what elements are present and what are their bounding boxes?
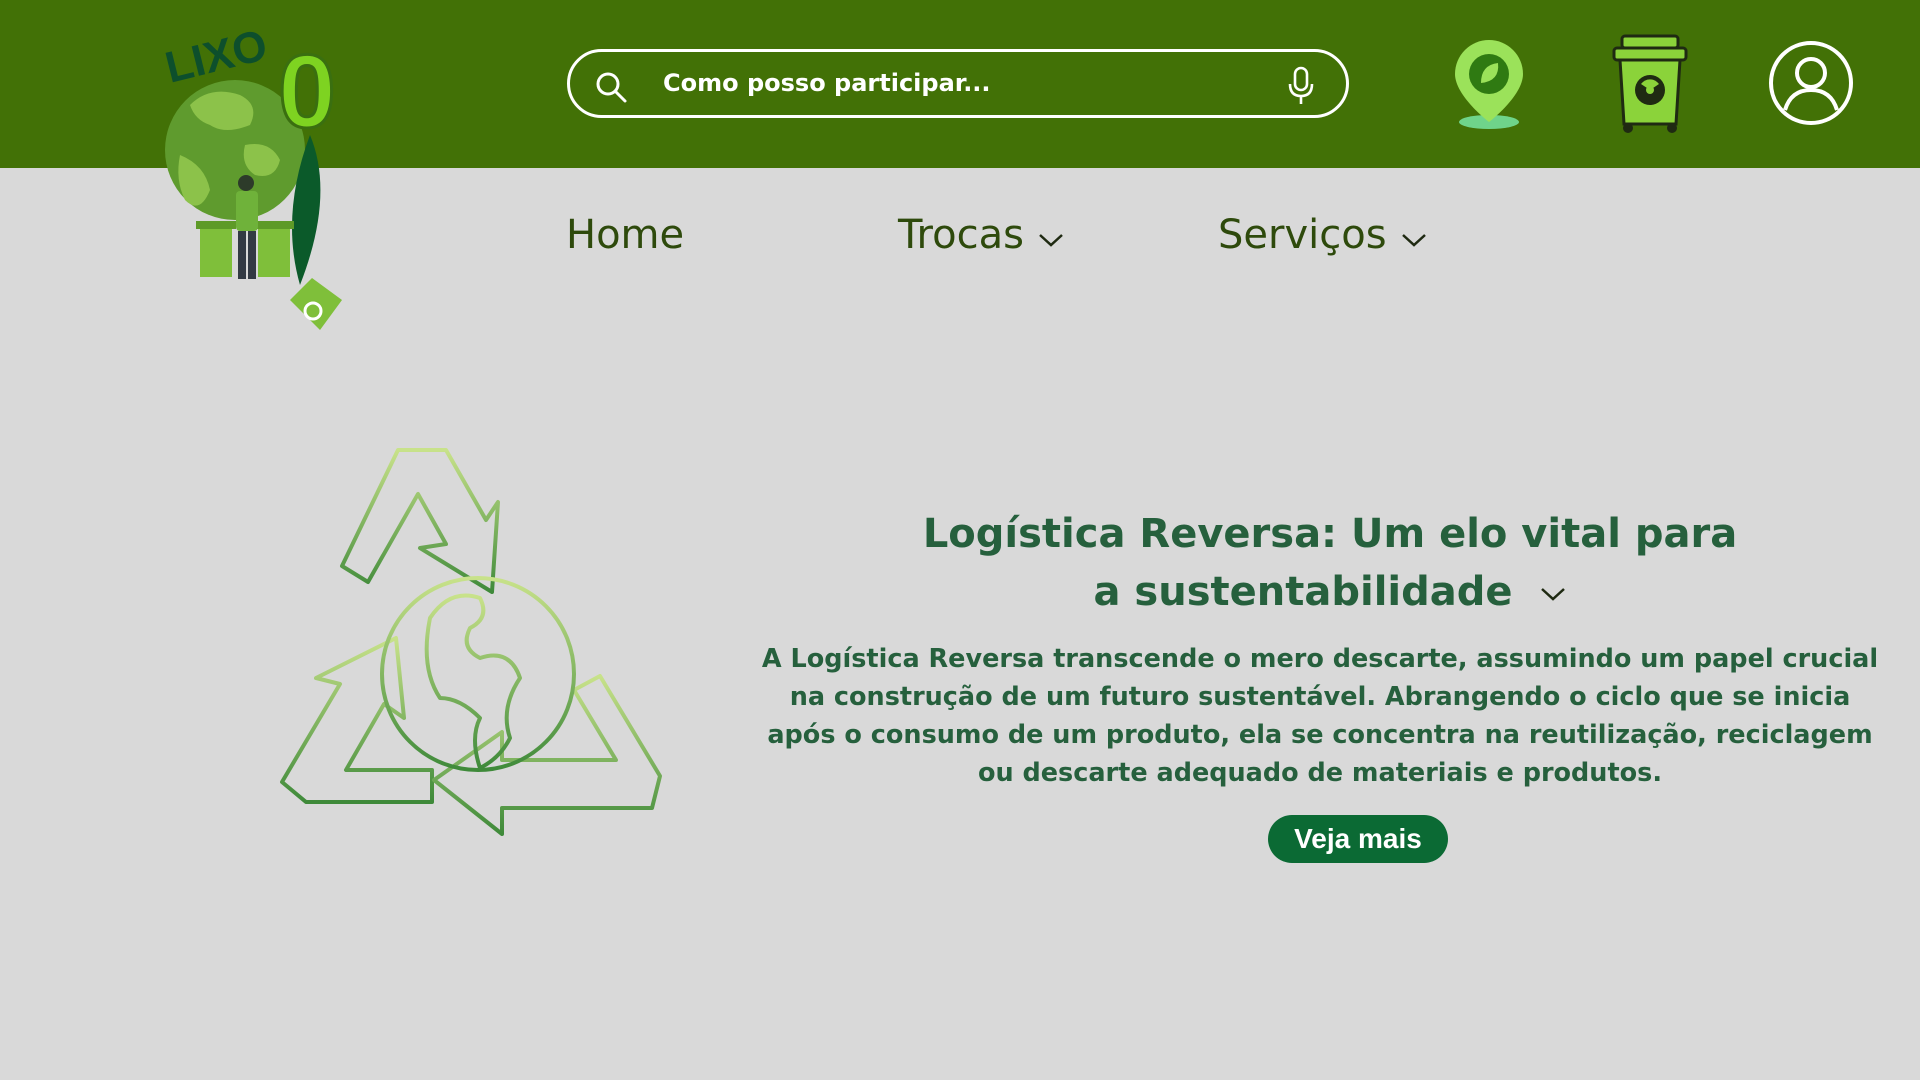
nav-home-label[interactable]: Home [566, 205, 684, 265]
chevron-down-icon[interactable] [1038, 232, 1064, 248]
nav-servicos[interactable]: Serviços [1218, 205, 1427, 265]
hazard-bin-icon[interactable] [1610, 34, 1690, 134]
hero-description: A Logística Reversa transcende o mero de… [761, 644, 1879, 788]
hero-title-line-2-wrap: a sustentabilidade [740, 563, 1920, 621]
lixo-zero-logo[interactable]: LIXO 0 [150, 20, 360, 345]
map-pin-leaf-icon[interactable] [1448, 36, 1530, 132]
nav-servicos-label[interactable]: Serviços [1218, 205, 1387, 265]
chevron-down-icon[interactable] [1401, 232, 1427, 248]
mic-icon[interactable] [1286, 66, 1316, 106]
hero-title-line-2: a sustentabilidade [1093, 569, 1513, 615]
veja-mais-button[interactable]: Veja mais [1268, 815, 1448, 863]
nav-trocas[interactable]: Trocas [898, 205, 1064, 265]
logo-number: 0 [278, 34, 336, 150]
nav-trocas-label[interactable]: Trocas [898, 205, 1024, 265]
search-bar[interactable]: Como posso participar... [567, 49, 1349, 118]
search-icon[interactable] [594, 70, 628, 104]
hero-title: Logística Reversa: Um elo vital para a s… [740, 505, 1920, 621]
recycle-globe-icon [280, 448, 662, 836]
search-input[interactable]: Como posso participar... [663, 52, 991, 115]
user-account-icon[interactable] [1768, 40, 1854, 126]
nav-home[interactable]: Home [566, 205, 684, 265]
hero-title-line-1: Logística Reversa: Um elo vital para [922, 511, 1738, 557]
chevron-down-icon[interactable] [1540, 586, 1566, 602]
